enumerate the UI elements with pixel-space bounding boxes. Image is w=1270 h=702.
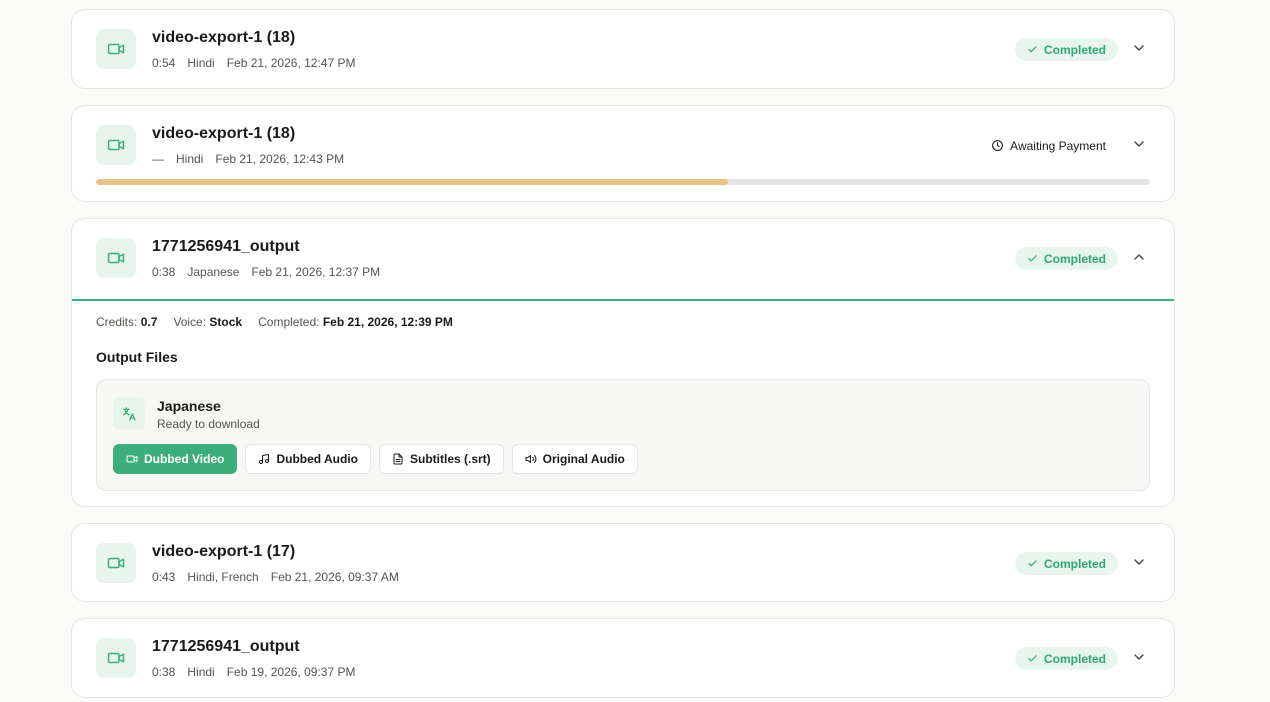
job-meta: 0:54 Hindi Feb 21, 2026, 12:47 PM xyxy=(152,56,355,70)
status-label: Completed xyxy=(1043,556,1106,571)
output-files-title: Output Files xyxy=(96,349,178,365)
status-badge: Completed xyxy=(1014,247,1118,270)
job-detail-row: Credits: 0.7 Voice: Stock Completed: Feb… xyxy=(96,315,453,329)
job-meta: 0:38 Hindi Feb 19, 2026, 09:37 PM xyxy=(152,665,355,679)
job-date: Feb 19, 2026, 09:37 PM xyxy=(226,665,356,679)
job-card-header[interactable]: video-export-1 (18) — Hindi Feb 21, 2026… xyxy=(72,106,1174,185)
clock-icon xyxy=(992,140,1004,151)
chevron-down-icon xyxy=(1134,559,1144,565)
check-icon xyxy=(1028,46,1037,53)
status-label: Completed xyxy=(1043,651,1106,666)
credits-info: Credits: 0.7 xyxy=(96,315,157,329)
video-icon xyxy=(126,455,138,463)
speaker-icon xyxy=(525,455,537,463)
job-meta: 0:38 Japanese Feb 21, 2026, 12:37 PM xyxy=(152,265,380,279)
expand-button[interactable] xyxy=(1130,648,1148,666)
job-duration: — xyxy=(152,152,164,166)
completed-info: Completed: Feb 21, 2026, 12:39 PM xyxy=(258,315,453,329)
job-card[interactable]: 1771256941_output 0:38 Japanese Feb 21, … xyxy=(71,218,1175,507)
status-badge: Completed xyxy=(1014,552,1118,575)
output-status: Ready to download xyxy=(157,417,260,431)
video-icon xyxy=(96,125,136,165)
job-title: 1771256941_output xyxy=(152,638,300,655)
progress-fill xyxy=(96,179,729,185)
voice-label: Voice: xyxy=(173,315,207,329)
job-duration: 0:54 xyxy=(152,56,176,70)
credits-value: 0.7 xyxy=(140,315,158,329)
dubbed-video-label: Dubbed Video xyxy=(144,452,225,466)
job-card[interactable]: video-export-1 (17) 0:43 Hindi, French F… xyxy=(71,523,1175,602)
expand-button[interactable] xyxy=(1130,135,1148,153)
video-icon xyxy=(96,29,136,69)
job-card-header[interactable]: video-export-1 (18) 0:54 Hindi Feb 21, 2… xyxy=(72,10,1174,88)
video-icon xyxy=(96,238,136,278)
check-icon xyxy=(1028,560,1037,567)
job-card-header[interactable]: 1771256941_output 0:38 Hindi Feb 19, 202… xyxy=(72,619,1174,697)
check-icon xyxy=(1028,255,1037,262)
job-languages: Japanese xyxy=(187,265,240,279)
output-file-item: Japanese Ready to download Dubbed Video … xyxy=(96,379,1150,491)
job-date: Feb 21, 2026, 12:43 PM xyxy=(215,152,345,166)
output-language: Japanese xyxy=(157,398,221,414)
job-duration: 0:38 xyxy=(152,265,176,279)
status-badge: Completed xyxy=(1014,38,1118,61)
voice-value: Stock xyxy=(209,315,243,329)
voice-info: Voice: Stock xyxy=(173,315,242,329)
video-icon xyxy=(96,543,136,583)
completed-value: Feb 21, 2026, 12:39 PM xyxy=(322,315,453,329)
job-duration: 0:43 xyxy=(152,570,176,584)
job-card[interactable]: video-export-1 (18) — Hindi Feb 21, 2026… xyxy=(71,105,1175,202)
job-date: Feb 21, 2026, 09:37 AM xyxy=(270,570,399,584)
job-languages: Hindi xyxy=(176,152,204,166)
job-card-header[interactable]: video-export-1 (17) 0:43 Hindi, French F… xyxy=(72,524,1174,601)
music-note-icon xyxy=(259,454,270,464)
job-title: video-export-1 (17) xyxy=(152,543,296,560)
dubbed-video-button[interactable]: Dubbed Video xyxy=(113,444,238,474)
video-icon xyxy=(96,638,136,678)
chevron-down-icon xyxy=(1134,141,1144,147)
job-languages: Hindi xyxy=(187,56,215,70)
dubbed-audio-label: Dubbed Audio xyxy=(276,452,358,466)
document-icon xyxy=(393,453,403,465)
original-audio-button[interactable]: Original Audio xyxy=(511,444,638,474)
dubbed-audio-button[interactable]: Dubbed Audio xyxy=(245,444,371,474)
job-date: Feb 21, 2026, 12:37 PM xyxy=(251,265,381,279)
job-duration: 0:38 xyxy=(152,665,176,679)
credits-label: Credits: xyxy=(96,315,138,329)
job-details: Credits: 0.7 Voice: Stock Completed: Feb… xyxy=(72,299,1174,506)
job-meta: 0:43 Hindi, French Feb 21, 2026, 09:37 A… xyxy=(152,570,399,584)
job-meta: — Hindi Feb 21, 2026, 12:43 PM xyxy=(152,152,344,166)
expand-button[interactable] xyxy=(1130,39,1148,57)
status-label: Completed xyxy=(1043,42,1106,57)
status-label: Completed xyxy=(1043,251,1106,266)
job-title: 1771256941_output xyxy=(152,238,300,255)
job-date: Feb 21, 2026, 12:47 PM xyxy=(226,56,356,70)
job-card[interactable]: video-export-1 (18) 0:54 Hindi Feb 21, 2… xyxy=(71,9,1175,89)
chevron-down-icon xyxy=(1134,654,1144,660)
job-card-header[interactable]: 1771256941_output 0:38 Japanese Feb 21, … xyxy=(72,219,1174,297)
check-icon xyxy=(1028,655,1037,662)
status-label: Awaiting Payment xyxy=(1010,138,1106,153)
subtitles-button[interactable]: Subtitles (.srt) xyxy=(379,444,504,474)
progress-bar xyxy=(96,179,1150,185)
job-languages: Hindi, French xyxy=(187,570,259,584)
expand-button[interactable] xyxy=(1130,553,1148,571)
download-buttons: Dubbed Video Dubbed Audio Subtitles (.sr… xyxy=(113,444,638,474)
job-languages: Hindi xyxy=(187,665,215,679)
original-audio-label: Original Audio xyxy=(542,452,625,466)
translate-icon xyxy=(113,398,145,430)
completed-label: Completed: xyxy=(258,315,320,329)
job-title: video-export-1 (18) xyxy=(152,125,296,142)
chevron-up-icon xyxy=(1134,254,1144,260)
job-card[interactable]: 1771256941_output 0:38 Hindi Feb 19, 202… xyxy=(71,618,1175,698)
job-title: video-export-1 (18) xyxy=(152,29,296,46)
collapse-button[interactable] xyxy=(1130,248,1148,266)
status-badge: Completed xyxy=(1014,647,1118,670)
status-badge: Awaiting Payment xyxy=(991,134,1106,157)
chevron-down-icon xyxy=(1134,45,1144,51)
subtitles-label: Subtitles (.srt) xyxy=(410,452,491,466)
